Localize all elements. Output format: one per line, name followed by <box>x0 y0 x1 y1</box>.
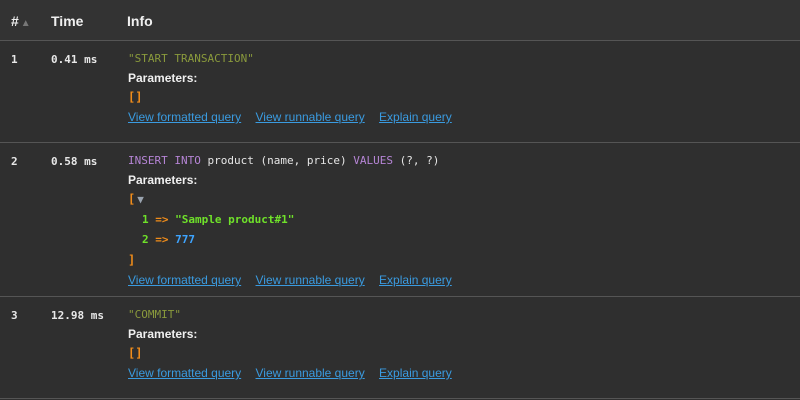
query-number: 3 <box>11 309 18 322</box>
parameters-label: Parameters: <box>128 173 198 187</box>
view-formatted-query-link[interactable]: View formatted query <box>128 110 241 124</box>
query-log-panel: # ▲ Time Info 1 0.41 ms "START TRANSACTIO… <box>0 0 800 400</box>
view-runnable-query-link[interactable]: View runnable query <box>256 366 365 380</box>
parameter-item: 2 => 777 <box>142 233 195 246</box>
view-runnable-query-link[interactable]: View runnable query <box>256 110 365 124</box>
query-info: "COMMIT" Parameters: [] View formatted q… <box>128 306 790 382</box>
query-links: View formatted query View runnable query… <box>128 108 790 126</box>
query-sql: "START TRANSACTION" <box>128 52 254 65</box>
query-sql: "COMMIT" <box>128 308 181 321</box>
parameter-item: 1 => "Sample product#1" <box>142 213 295 226</box>
query-time: 0.58 ms <box>51 155 98 168</box>
parameters-value: [] <box>128 346 143 360</box>
column-header-info: Info <box>127 13 153 29</box>
parameters-open: [▼ <box>128 192 144 206</box>
parameters-value: [] <box>128 90 143 104</box>
view-runnable-query-link[interactable]: View runnable query <box>256 273 365 287</box>
query-time: 12.98 ms <box>51 309 104 322</box>
sort-arrow-icon[interactable]: ▲ <box>21 18 31 29</box>
query-time: 0.41 ms <box>51 53 98 66</box>
query-links: View formatted query View runnable query… <box>128 271 790 289</box>
query-number: 2 <box>11 155 18 168</box>
table-header: # ▲ Time Info <box>0 0 800 41</box>
explain-query-link[interactable]: Explain query <box>379 273 452 287</box>
query-sql: INSERT INTO product (name, price) VALUES… <box>128 154 440 167</box>
table-row: 2 0.58 ms INSERT INTO product (name, pri… <box>0 143 800 297</box>
view-formatted-query-link[interactable]: View formatted query <box>128 366 241 380</box>
table-row: 3 12.98 ms "COMMIT" Parameters: [] View … <box>0 297 800 399</box>
explain-query-link[interactable]: Explain query <box>379 366 452 380</box>
column-header-number[interactable]: # ▲ <box>11 13 31 29</box>
query-links: View formatted query View runnable query… <box>128 364 790 382</box>
view-formatted-query-link[interactable]: View formatted query <box>128 273 241 287</box>
parameters-label: Parameters: <box>128 327 198 341</box>
query-info: INSERT INTO product (name, price) VALUES… <box>128 152 790 289</box>
column-header-time: Time <box>51 13 84 29</box>
query-number: 1 <box>11 53 18 66</box>
explain-query-link[interactable]: Explain query <box>379 110 452 124</box>
parameters-close: ] <box>128 253 136 267</box>
query-info: "START TRANSACTION" Parameters: [] View … <box>128 50 790 126</box>
parameters-label: Parameters: <box>128 71 198 85</box>
table-row: 1 0.41 ms "START TRANSACTION" Parameters… <box>0 41 800 143</box>
collapse-toggle-icon[interactable]: ▼ <box>137 193 144 206</box>
